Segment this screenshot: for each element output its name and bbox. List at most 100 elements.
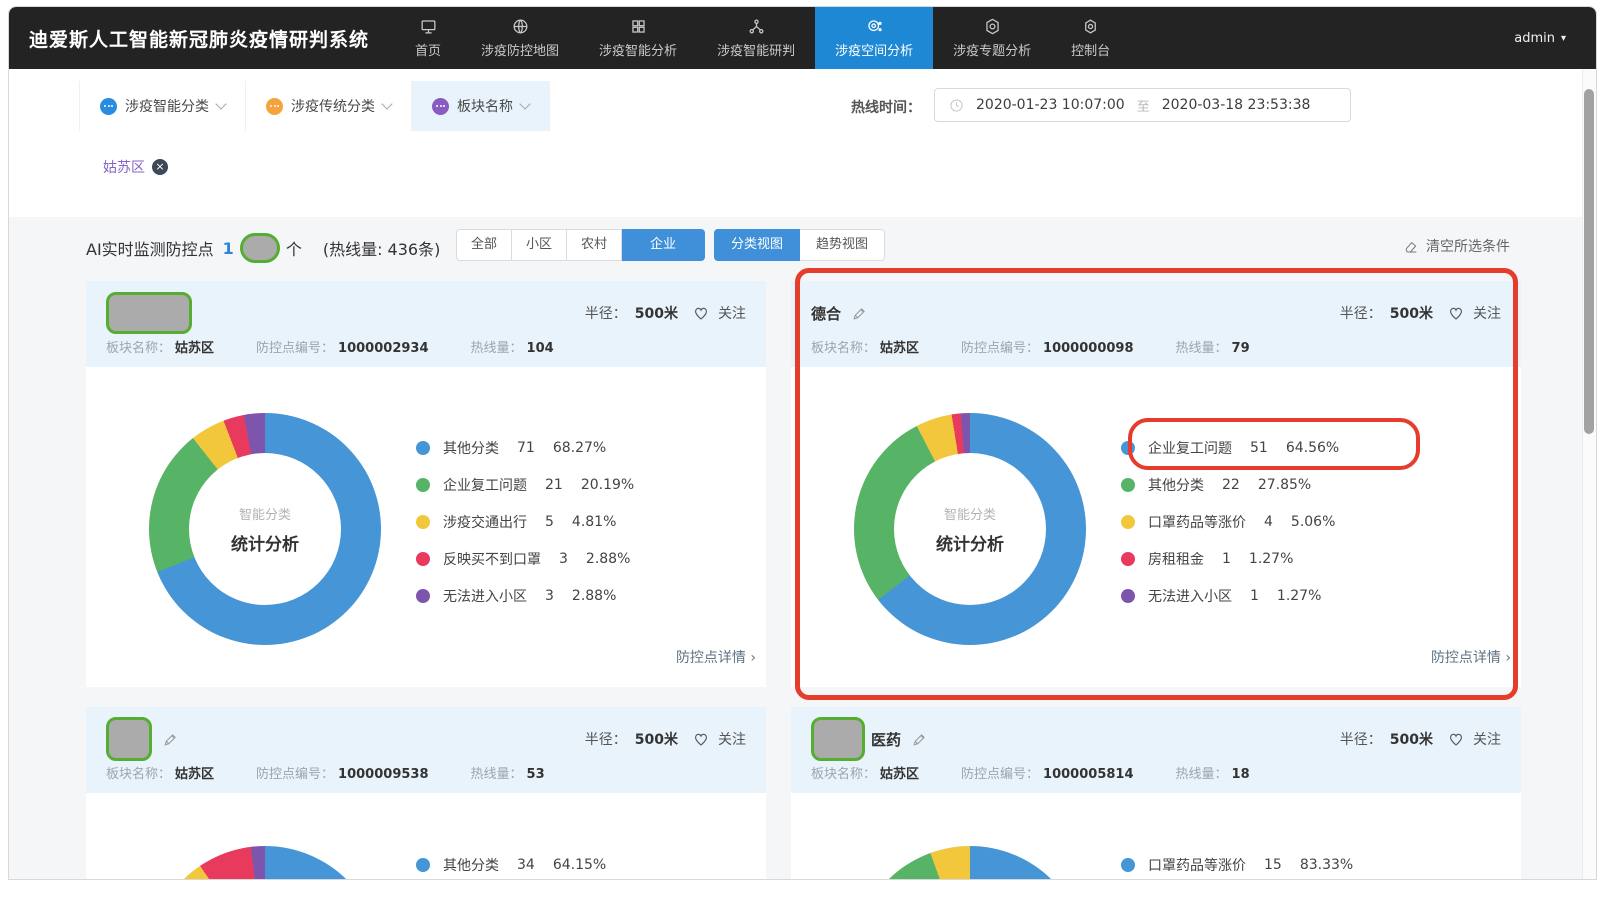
tab-category-view[interactable]: 分类视图 [714, 229, 800, 261]
follow-button[interactable]: 关注 [718, 303, 746, 323]
nav-item-label: 涉疫智能分析 [599, 40, 677, 59]
app-window: 迪爱斯人工智能新冠肺炎疫情研判系统 首页 涉疫防控地图 涉疫智能分析 涉疫智能研… [8, 6, 1597, 880]
legend-dot [1121, 858, 1135, 872]
scrollbar-thumb[interactable] [1584, 89, 1594, 434]
username: admin [1514, 31, 1555, 46]
redaction-blob [811, 717, 865, 761]
view-tab-group: 分类视图 趋势视图 [714, 229, 885, 261]
card-body: 智能分类 统计分析 其他分类7168.27% 企业复工问题2120.19% 涉疫… [86, 367, 766, 687]
field-value: 姑苏区 [175, 341, 214, 356]
follow-button[interactable]: 关注 [718, 729, 746, 749]
hotline-time-range-input[interactable]: 2020-01-23 10:07:00 至 2020-03-18 23:53:3… [934, 88, 1351, 122]
legend-dot [416, 589, 430, 603]
field-label: 热线量： [471, 341, 523, 356]
card-header: 德合 半径：500米 关注 板块名称：姑苏区 防控点编号：1000000098 … [791, 281, 1521, 367]
nav-item-intelligent-analysis[interactable]: 涉疫智能分析 [579, 7, 697, 69]
heart-icon[interactable] [692, 730, 710, 748]
field-label: 防控点编号： [961, 767, 1039, 782]
radius-value: 500米 [1390, 729, 1433, 749]
field-value: 1000005814 [1043, 767, 1133, 782]
field-label: 防控点编号： [256, 341, 334, 356]
nav-item-home[interactable]: 首页 [395, 7, 461, 69]
chevron-down-icon [381, 98, 392, 109]
selected-tag-gusu[interactable]: 姑苏区 × [103, 157, 168, 177]
legend-dot [1121, 589, 1135, 603]
legend-item: 其他分类2227.85% [1121, 476, 1339, 493]
radius-value: 500米 [635, 303, 678, 323]
legend-item: 无法进入小区32.88% [416, 587, 634, 604]
monitor-card-4: 医药 半径：500米 关注 板块名称：姑苏区 防控点编号：1000005814 … [791, 707, 1521, 880]
field-value: 1000000098 [1043, 341, 1133, 356]
nav-item-label: 涉疫防控地图 [481, 40, 559, 59]
monitor-unit: 个 [286, 236, 302, 260]
follow-button[interactable]: 关注 [1473, 729, 1501, 749]
nav-item-label: 首页 [415, 40, 441, 59]
tab-rural[interactable]: 农村 [567, 229, 622, 261]
tab-enterprise[interactable]: 企业 [622, 229, 705, 261]
field-value: 104 [527, 341, 554, 356]
tab-community[interactable]: 小区 [512, 229, 567, 261]
clock-icon [949, 98, 964, 113]
console-icon [1081, 17, 1100, 36]
donut-chart [854, 413, 1086, 645]
legend-dot [416, 515, 430, 529]
filter-chip-traditional-category[interactable]: 涉疫传统分类 [246, 81, 412, 131]
user-menu[interactable]: admin ▾ [1514, 31, 1566, 46]
filter-chip-smart-category[interactable]: 涉疫智能分类 [79, 81, 246, 131]
nav-item-map[interactable]: 涉疫防控地图 [461, 7, 579, 69]
nav-item-spatial-analysis[interactable]: 涉疫空间分析 [815, 7, 933, 69]
edit-pencil-icon[interactable] [162, 731, 179, 748]
clear-conditions-button[interactable]: 清空所选条件 [1403, 236, 1510, 256]
radius-label: 半径： [1340, 729, 1382, 749]
tab-trend-view[interactable]: 趋势视图 [800, 229, 885, 261]
selected-filters-row: 姑苏区 × [9, 131, 1583, 218]
field-label: 板块名称： [811, 767, 876, 782]
filter-chip-label: 涉疫智能分类 [125, 96, 209, 116]
redaction-blob [106, 717, 152, 761]
legend-dot [1121, 515, 1135, 529]
nav-item-console[interactable]: 控制台 [1051, 7, 1130, 69]
card-body: 智能分类 统计分析 企业复工问题5164.56% 其他分类2227.85% 口罩… [791, 367, 1521, 687]
chart-legend: 口罩药品等涨价1583.33% [1121, 856, 1353, 873]
monitor-summary: AI实时监测防控点 1 个 (热线量: 436条) [86, 233, 440, 263]
field-label: 热线量： [1176, 341, 1228, 356]
time-separator: 至 [1137, 96, 1150, 115]
nav-item-topic-analysis[interactable]: 涉疫专题分析 [933, 7, 1051, 69]
tab-all[interactable]: 全部 [456, 229, 512, 261]
eraser-icon [1403, 238, 1419, 254]
legend-dot [1121, 552, 1135, 566]
monitor-prefix: AI实时监测防控点 [86, 236, 214, 260]
results-toolbar: AI实时监测防控点 1 个 (热线量: 436条) 全部 小区 农村 企业 分类… [9, 219, 1596, 273]
filter-chip-block-name[interactable]: 板块名称 [412, 81, 550, 131]
card-body: 其他分类3464.15% [86, 793, 766, 880]
field-label: 热线量： [471, 767, 523, 782]
field-value: 53 [527, 767, 545, 782]
follow-button[interactable]: 关注 [1473, 303, 1501, 323]
chevron-down-icon [215, 98, 226, 109]
field-value: 姑苏区 [880, 341, 919, 356]
remove-tag-icon[interactable]: × [152, 159, 168, 175]
card-title: 德合 [811, 303, 841, 324]
detail-link[interactable]: 防控点详情 › [676, 647, 756, 667]
legend-dot [1121, 441, 1135, 455]
field-value: 1000009538 [338, 767, 428, 782]
legend-item: 口罩药品等涨价1583.33% [1121, 856, 1353, 873]
monitor-count: 1 [223, 239, 234, 258]
card-header: 半径：500米 关注 板块名称：姑苏区 防控点编号：1000002934 热线量… [86, 281, 766, 367]
edit-pencil-icon[interactable] [851, 305, 868, 322]
legend-item: 反映买不到口罩32.88% [416, 550, 634, 567]
detail-link[interactable]: 防控点详情 › [1431, 647, 1511, 667]
heart-icon[interactable] [692, 304, 710, 322]
filter-chip-label: 涉疫传统分类 [291, 96, 375, 116]
heart-icon[interactable] [1447, 730, 1465, 748]
edit-pencil-icon[interactable] [911, 731, 928, 748]
donut-chart [149, 846, 381, 880]
chart-legend: 其他分类3464.15% [416, 856, 606, 873]
chevron-down-icon [519, 98, 530, 109]
heart-icon[interactable] [1447, 304, 1465, 322]
nav-item-intelligent-judgement[interactable]: 涉疫智能研判 [697, 7, 815, 69]
card-body: 口罩药品等涨价1583.33% [791, 793, 1521, 880]
smart-category-badge-icon [100, 98, 117, 115]
field-label: 板块名称： [106, 767, 171, 782]
legend-item: 其他分类7168.27% [416, 439, 634, 456]
